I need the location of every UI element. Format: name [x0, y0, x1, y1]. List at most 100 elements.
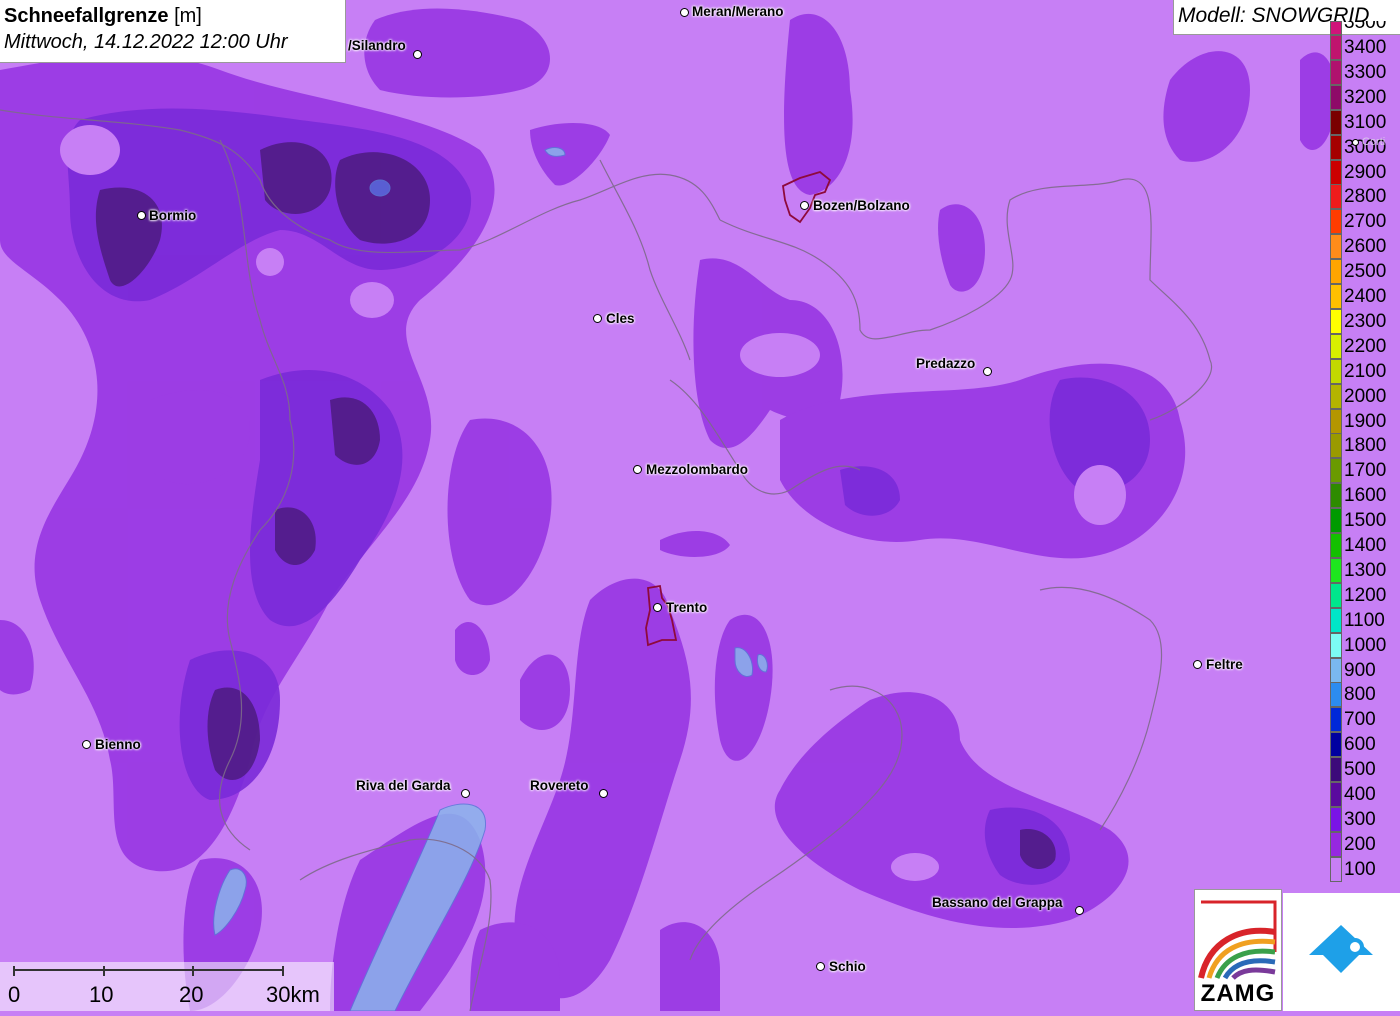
legend-label: 1200 — [1344, 584, 1387, 606]
legend-swatch — [1330, 234, 1342, 260]
legend-swatch — [1330, 134, 1342, 160]
legend-row: 1100 — [1328, 607, 1400, 633]
color-legend: 3500 3400 3300 3200 3100 3000 2900 2800 2700 260… — [1328, 21, 1400, 890]
legend-swatch — [1330, 84, 1342, 110]
legend-swatch — [1330, 757, 1342, 783]
city-dot-icon — [413, 50, 422, 59]
city-label: Corti — [1362, 136, 1386, 148]
scale-bar: 0 10 20 30km — [0, 962, 334, 1011]
snowgrid-logo[interactable] — [1283, 893, 1400, 1011]
legend-swatch — [1330, 59, 1342, 85]
legend-swatch — [1330, 707, 1342, 733]
legend-swatch — [1330, 533, 1342, 558]
legend-label: 300 — [1344, 808, 1376, 830]
legend-swatch — [1330, 358, 1342, 384]
legend-swatch — [1330, 433, 1342, 459]
legend-row: 200 — [1328, 831, 1400, 857]
legend-label: 2700 — [1344, 211, 1387, 233]
legend-label: 2800 — [1344, 186, 1387, 208]
title-main-text: Schneefallgrenze — [4, 5, 169, 27]
legend-row: 2500 — [1328, 259, 1400, 285]
scale-label-10: 10 — [89, 982, 114, 1007]
legend-row: 500 — [1328, 757, 1400, 783]
legend-row: 1700 — [1328, 458, 1400, 484]
scale-label-30km: 30km — [266, 982, 320, 1007]
city-label: Predazzo — [916, 356, 976, 371]
legend-row: 800 — [1328, 682, 1400, 708]
legend-row: 2300 — [1328, 308, 1400, 334]
city-dot-icon — [593, 314, 602, 323]
city-dot-icon — [800, 201, 809, 210]
city-dot-icon — [983, 367, 992, 376]
legend-swatch — [1330, 284, 1342, 309]
scale-label-0: 0 — [8, 982, 21, 1007]
legend-row: 2700 — [1328, 209, 1400, 235]
legend-swatch — [1330, 782, 1342, 807]
city-dot-icon — [1352, 139, 1359, 146]
legend-label: 1400 — [1344, 535, 1387, 556]
legend-row: 400 — [1328, 782, 1400, 807]
legend-label: 2500 — [1344, 261, 1387, 283]
city-dot-icon — [633, 465, 642, 474]
zamg-rainbow-icon — [1198, 900, 1277, 980]
legend-swatch — [1330, 582, 1342, 608]
legend-swatch — [1330, 607, 1342, 633]
city-dot-icon — [680, 8, 689, 17]
legend-label: 3200 — [1344, 86, 1387, 108]
legend-swatch — [1330, 109, 1342, 135]
legend-label: 2600 — [1344, 236, 1387, 258]
legend-swatch — [1330, 259, 1342, 285]
legend-row: 700 — [1328, 707, 1400, 733]
city-dot-icon — [461, 789, 470, 798]
legend-row-top: 3500 — [1328, 21, 1400, 35]
snowgrid-icon — [1309, 925, 1373, 973]
legend-row: 1300 — [1328, 557, 1400, 583]
legend-row: 1000 — [1328, 632, 1400, 658]
legend-label: 2100 — [1344, 360, 1387, 382]
scale-label-20: 20 — [179, 982, 204, 1007]
zamg-text: ZAMG — [1200, 980, 1276, 1007]
legend-label-top: 3500 — [1344, 21, 1387, 33]
legend-swatch — [1330, 333, 1342, 359]
city-dot-icon — [1193, 660, 1202, 669]
city-label: Trento — [666, 600, 708, 615]
legend-swatch — [1330, 657, 1342, 683]
city-label: Meran/Merano — [692, 4, 784, 19]
city-dot-icon — [599, 789, 608, 798]
zamg-logo[interactable]: ZAMG — [1194, 889, 1282, 1011]
legend-label: 100 — [1344, 858, 1376, 880]
legend-swatch — [1330, 806, 1342, 832]
legend-swatch — [1330, 831, 1342, 857]
legend-label: 600 — [1344, 734, 1376, 756]
legend-row: 2100 — [1328, 358, 1400, 384]
city-dot-icon — [653, 603, 662, 612]
city-label: Rovereto — [530, 778, 589, 793]
legend-swatch — [1330, 308, 1342, 334]
legend-row: 1900 — [1328, 408, 1400, 434]
legend-swatch — [1330, 383, 1342, 409]
legend-swatch — [1330, 632, 1342, 658]
legend-label: 1900 — [1344, 410, 1387, 432]
legend-swatch — [1330, 508, 1342, 534]
legend-label: 500 — [1344, 759, 1376, 781]
city-dot-icon — [82, 740, 91, 749]
legend-row: 2400 — [1328, 284, 1400, 309]
legend-swatch-top — [1330, 21, 1342, 35]
city-label: Bozen/Bolzano — [813, 198, 910, 213]
legend-label: 1100 — [1344, 609, 1385, 631]
city-label: Riva del Garda — [356, 778, 451, 793]
city-label: Schio — [829, 959, 866, 974]
legend-row: 3300 — [1328, 59, 1400, 85]
legend-row: 600 — [1328, 732, 1400, 758]
legend-label: 1700 — [1344, 460, 1387, 482]
legend-label: 3400 — [1344, 37, 1387, 58]
legend-label: 1300 — [1344, 559, 1387, 581]
legend-swatch — [1330, 458, 1342, 484]
legend-label: 2900 — [1344, 161, 1387, 183]
city-label: Bienno — [95, 737, 141, 752]
legend-label: 900 — [1344, 659, 1376, 681]
city-dot-icon — [137, 211, 146, 220]
legend-label: 3300 — [1344, 61, 1387, 83]
snowfall-map[interactable] — [0, 0, 1400, 1011]
legend-swatch — [1330, 408, 1342, 434]
